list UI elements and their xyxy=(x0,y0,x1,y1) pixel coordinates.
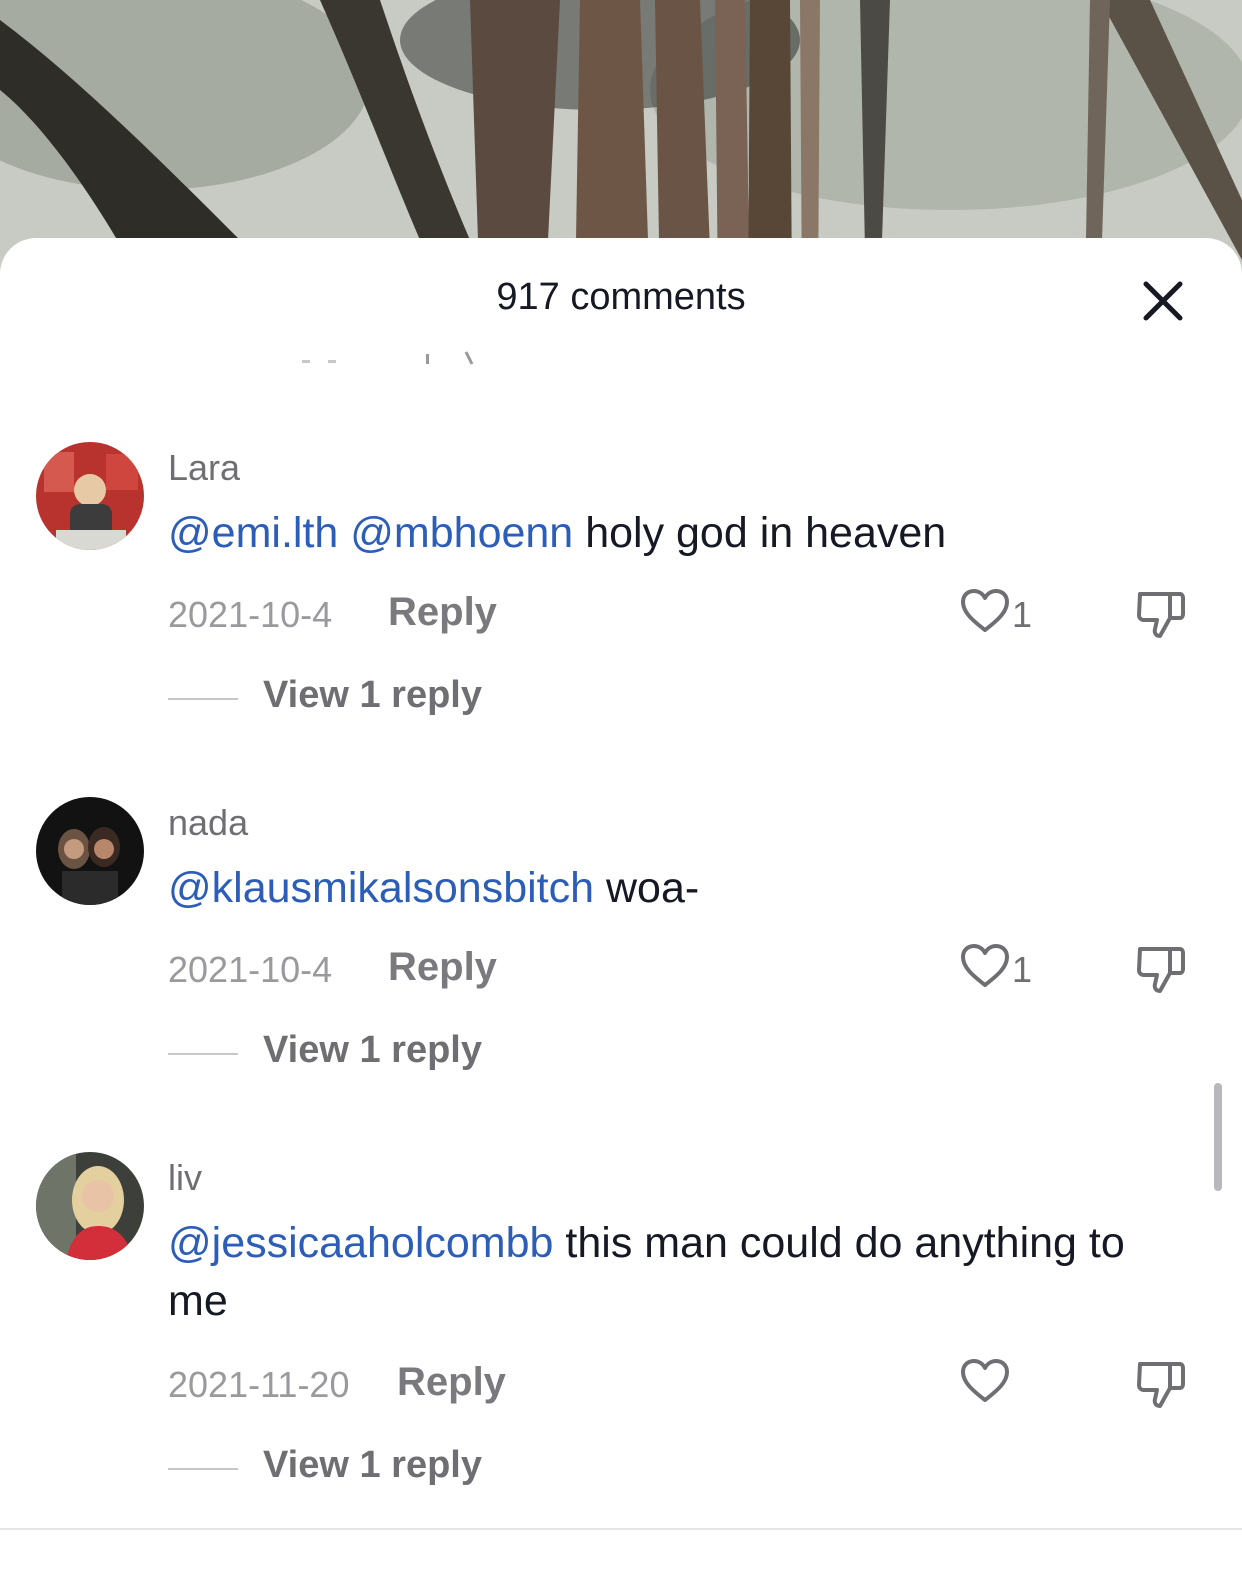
mention-link[interactable]: @emi.lth xyxy=(168,509,338,557)
reply-button[interactable]: Reply xyxy=(388,945,497,990)
avatar-image xyxy=(36,797,144,905)
comment-text: @emi.lth @mbhoenn holy god in heaven xyxy=(168,504,1188,562)
reply-button[interactable]: Reply xyxy=(388,590,497,635)
dislike-button[interactable] xyxy=(1134,1358,1188,1410)
sheet-header: 917 comments xyxy=(0,238,1242,358)
avatar[interactable] xyxy=(36,442,144,550)
comment-text: @jessicaaholcombb this man could do anyt… xyxy=(168,1214,1188,1330)
view-replies-label: View 1 reply xyxy=(263,1444,482,1486)
view-replies-button[interactable]: View 1 reply xyxy=(168,1029,568,1079)
view-replies-label: View 1 reply xyxy=(263,1029,482,1071)
comments-count-title: 917 comments xyxy=(496,276,746,318)
divider-line xyxy=(168,1053,238,1055)
avatar-image xyxy=(36,1152,144,1260)
scrollbar[interactable] xyxy=(1214,1083,1222,1191)
close-icon xyxy=(1143,281,1183,321)
close-button[interactable] xyxy=(1140,278,1186,324)
like-count: 1 xyxy=(1012,594,1033,635)
thumbs-down-icon xyxy=(1137,947,1185,993)
like-count: 1 xyxy=(1012,949,1033,990)
clipped-previous-row xyxy=(300,348,500,368)
comment-username[interactable]: liv xyxy=(168,1157,202,1199)
comment-date: 2021-10-4 xyxy=(168,949,333,990)
thumbs-down-icon xyxy=(1137,592,1185,638)
heart-icon xyxy=(961,944,1009,987)
avatar-image xyxy=(36,442,144,550)
comment-username[interactable]: Lara xyxy=(168,447,240,489)
dislike-button[interactable] xyxy=(1134,943,1188,995)
mention-link[interactable]: @mbhoenn xyxy=(350,509,573,557)
comment-body: woa- xyxy=(606,864,700,912)
heart-icon xyxy=(961,589,1009,632)
mention-link[interactable]: @jessicaaholcombb xyxy=(168,1219,553,1267)
bottom-divider xyxy=(0,1528,1242,1530)
comment-date: 2021-10-4 xyxy=(168,594,333,635)
divider-line xyxy=(168,1468,238,1470)
thumbs-down-icon xyxy=(1137,1362,1185,1408)
mention-link[interactable]: @klausmikalsonsbitch xyxy=(168,864,594,912)
divider-line xyxy=(168,698,238,700)
comment-body: holy god in heaven xyxy=(585,509,947,557)
avatar[interactable] xyxy=(36,797,144,905)
view-replies-label: View 1 reply xyxy=(263,674,482,716)
dislike-button[interactable] xyxy=(1134,588,1188,640)
heart-icon xyxy=(961,1359,1009,1402)
comment-text: @klausmikalsonsbitch woa- xyxy=(168,859,1188,917)
comments-sheet: 917 comments Lara @emi.lth @mbhoenn holy… xyxy=(0,238,1242,1578)
view-replies-button[interactable]: View 1 reply xyxy=(168,674,568,724)
comment-date: 2021-11-20 xyxy=(168,1364,350,1405)
comment-meta-row: 2021-10-4 Reply 1 xyxy=(168,943,1208,993)
avatar[interactable] xyxy=(36,1152,144,1260)
comment-meta-row: 2021-11-20 Reply xyxy=(168,1358,1208,1408)
comment-username[interactable]: nada xyxy=(168,802,248,844)
comment-meta-row: 2021-10-4 Reply 1 xyxy=(168,588,1208,638)
view-replies-button[interactable]: View 1 reply xyxy=(168,1444,568,1494)
reply-button[interactable]: Reply xyxy=(397,1360,506,1405)
